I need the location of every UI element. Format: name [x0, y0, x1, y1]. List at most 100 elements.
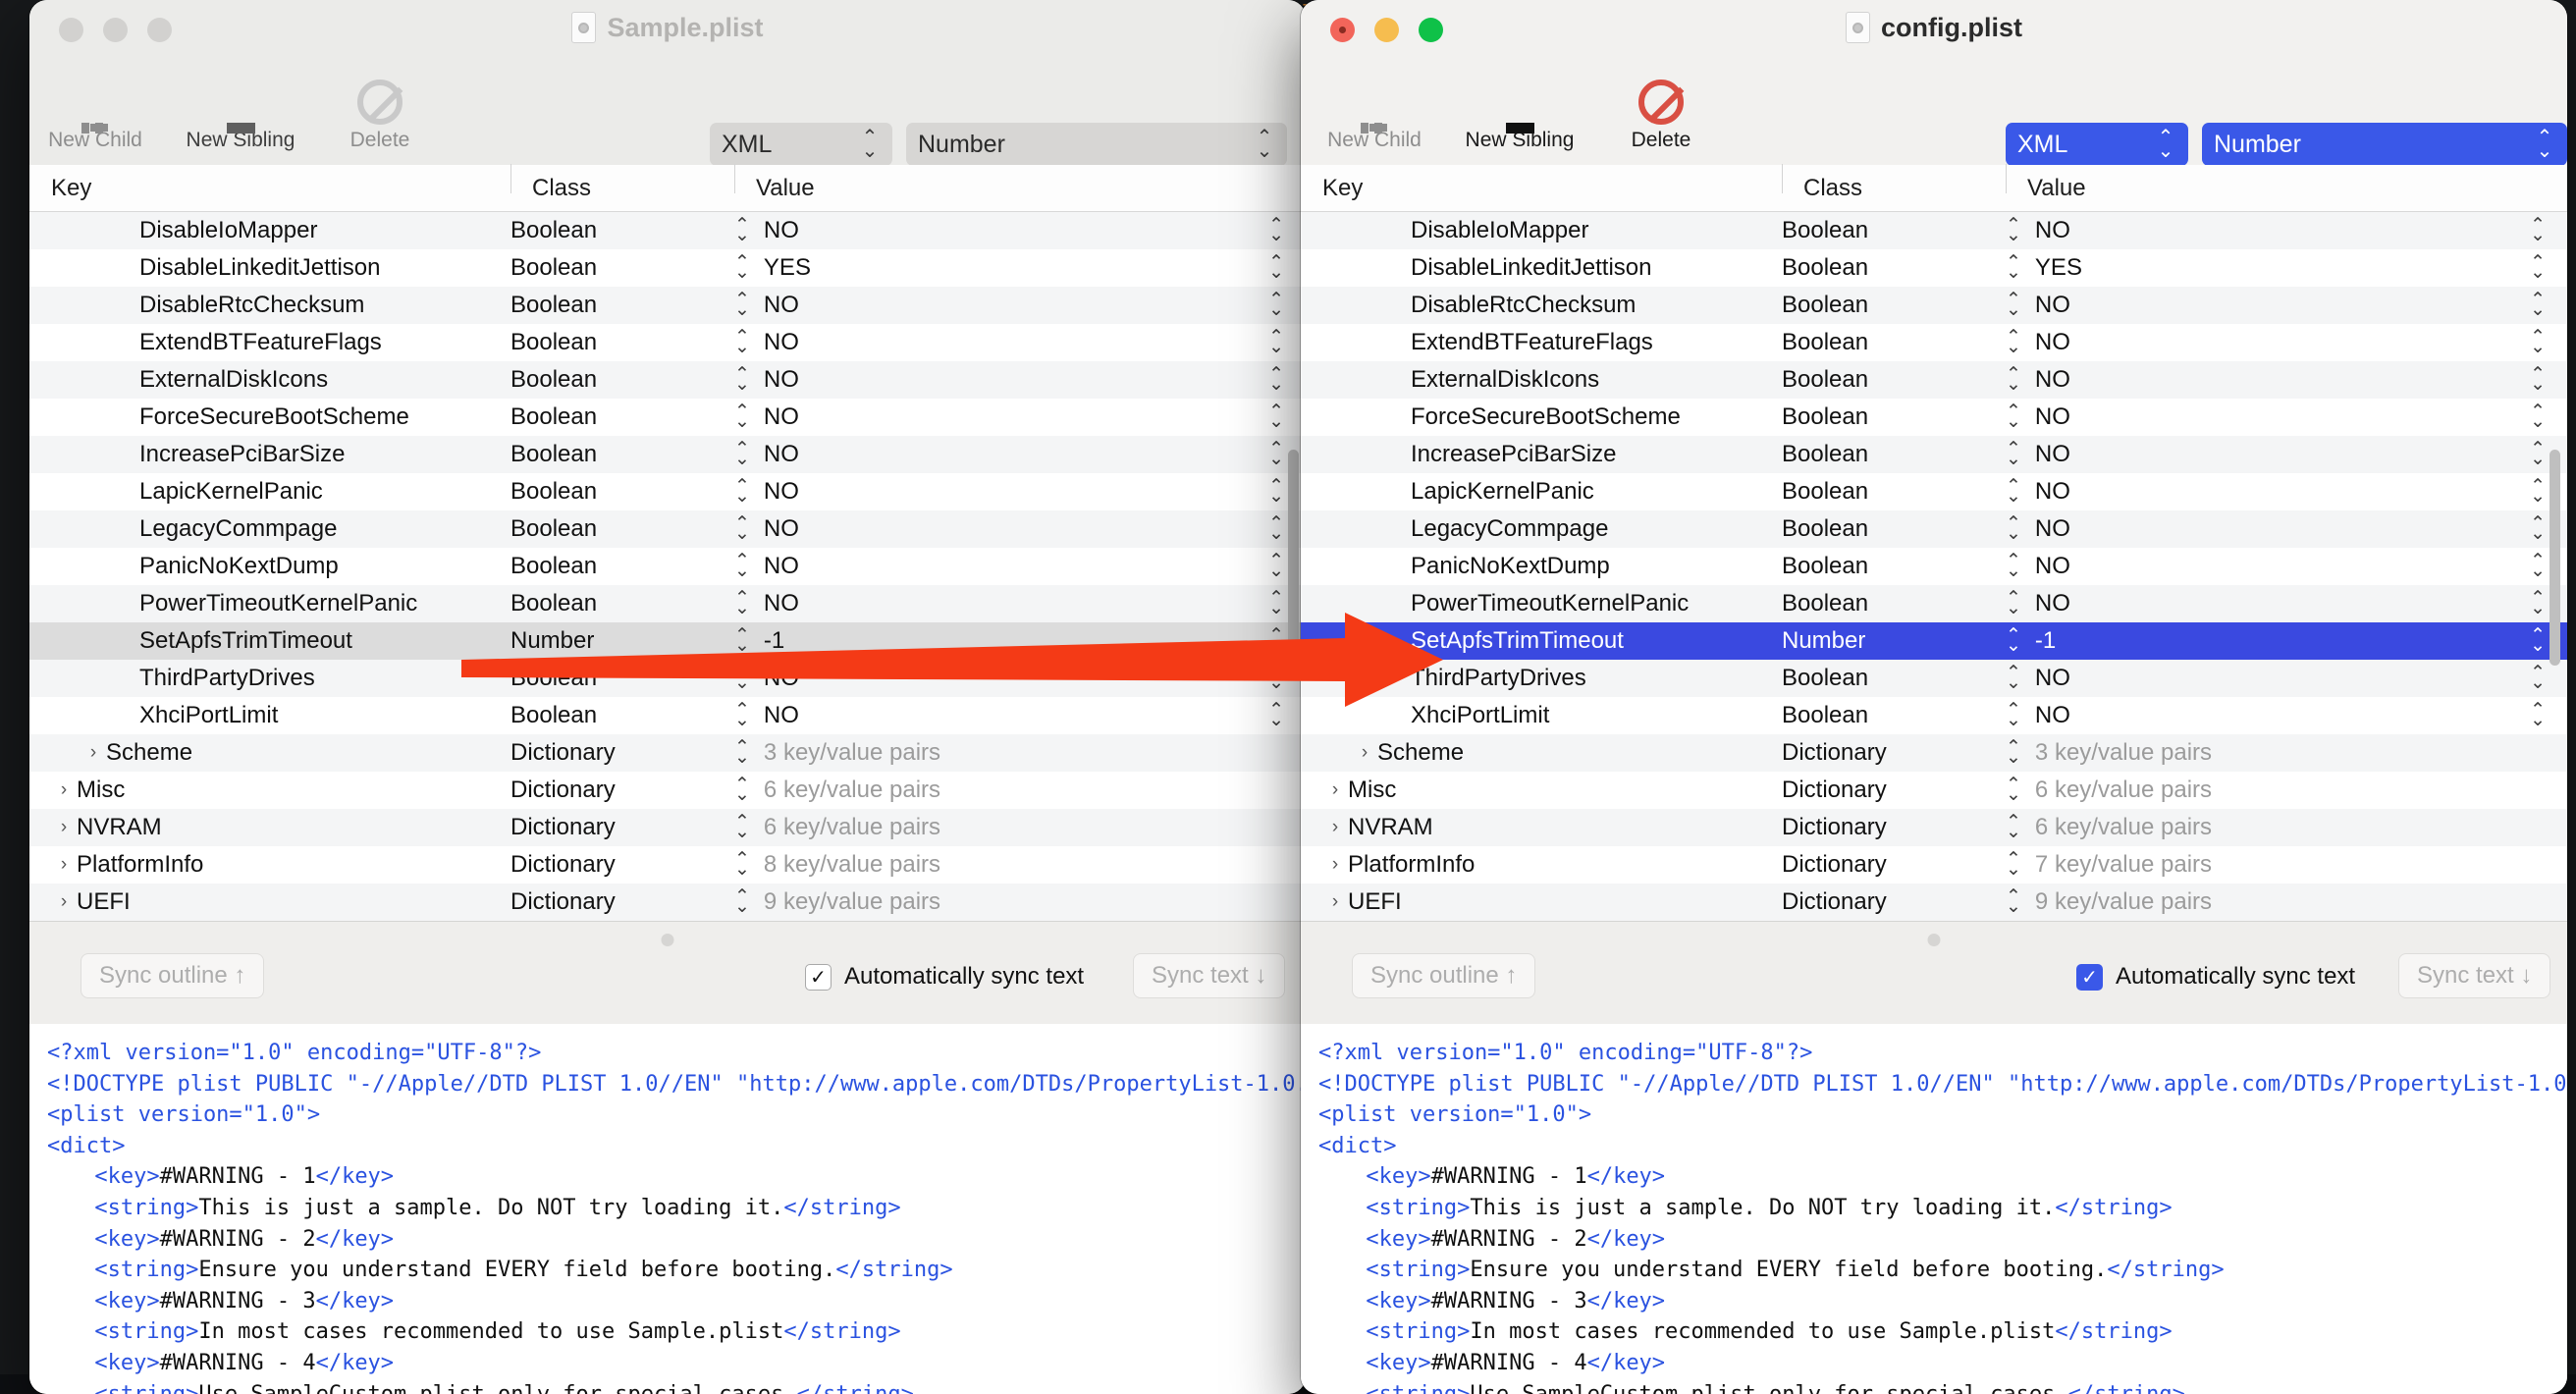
row-end-stepper-icon[interactable]: ⌃ ⌄	[1268, 216, 1284, 244]
chevron-updown-icon[interactable]: ⌃ ⌄	[734, 514, 750, 543]
row-class-cell[interactable]: Boolean	[510, 217, 734, 244]
disclosure-triangle-icon[interactable]: ›	[51, 779, 77, 801]
table-row[interactable]: › UEFI Dictionary ⌃ ⌄ 9 key/value pairs	[1301, 884, 2567, 921]
table-row[interactable]: ExtendBTFeatureFlags Boolean ⌃ ⌄ NO ⌃ ⌄	[1301, 324, 2567, 361]
row-value-cell[interactable]: ⌃ ⌄ NO ⌃ ⌄	[734, 216, 1306, 244]
view-as-select-left[interactable]: Number ⌃ ⌄	[906, 123, 1287, 166]
disclosure-triangle-icon[interactable]: ›	[51, 891, 77, 913]
row-value-cell[interactable]: ⌃ ⌄ YES ⌃ ⌄	[2006, 253, 2567, 282]
row-class-cell[interactable]: Boolean	[1782, 515, 2006, 543]
chevron-updown-icon[interactable]: ⌃ ⌄	[734, 701, 750, 729]
table-row[interactable]: ForceSecureBootScheme Boolean ⌃ ⌄ NO ⌃ ⌄	[1301, 399, 2567, 436]
row-class-cell[interactable]: Boolean	[510, 441, 734, 468]
row-key-cell[interactable]: IncreasePciBarSize	[29, 441, 510, 468]
xml-source-right[interactable]: <?xml version="1.0" encoding="UTF-8"?> <!…	[1301, 1024, 2567, 1394]
row-key-cell[interactable]: DisableLinkeditJettison	[29, 254, 510, 282]
row-value-cell[interactable]: ⌃ ⌄ NO ⌃ ⌄	[734, 402, 1306, 431]
splitter-grabber[interactable]	[661, 934, 674, 946]
chevron-updown-icon[interactable]: ⌃ ⌄	[734, 552, 750, 580]
chevron-updown-icon[interactable]: ⌃ ⌄	[2006, 589, 2021, 617]
row-end-stepper-icon[interactable]: ⌃ ⌄	[1268, 365, 1284, 394]
auto-sync-checkbox-right[interactable]: ✓ Automatically sync text	[2076, 963, 2355, 991]
splitter-grabber[interactable]	[1927, 934, 1941, 946]
row-value-cell[interactable]: ⌃ ⌄ 8 key/value pairs	[734, 850, 1306, 879]
table-row[interactable]: DisableIoMapper Boolean ⌃ ⌄ NO ⌃ ⌄	[29, 212, 1306, 249]
row-class-cell[interactable]: Boolean	[510, 702, 734, 729]
row-value-cell[interactable]: ⌃ ⌄ NO ⌃ ⌄	[734, 440, 1306, 468]
row-value-cell[interactable]: ⌃ ⌄ NO ⌃ ⌄	[734, 664, 1306, 692]
row-end-stepper-icon[interactable]: ⌃ ⌄	[2530, 291, 2546, 319]
row-end-stepper-icon[interactable]: ⌃ ⌄	[1268, 477, 1284, 506]
chevron-updown-icon[interactable]: ⌃ ⌄	[2006, 887, 2021, 916]
format-select-right[interactable]: XML ⌃ ⌄	[2006, 123, 2188, 166]
row-end-stepper-icon[interactable]: ⌃ ⌄	[1268, 626, 1284, 655]
column-header-key[interactable]: Key	[29, 175, 510, 202]
row-key-cell[interactable]: › PlatformInfo	[29, 851, 510, 879]
row-end-stepper-icon[interactable]: ⌃ ⌄	[1268, 402, 1284, 431]
chevron-updown-icon[interactable]: ⌃ ⌄	[2006, 216, 2021, 244]
toolbar-left[interactable]: New Child New Sibling Delete XML ⌃⌄ Form…	[29, 62, 1306, 195]
row-key-cell[interactable]: ExtendBTFeatureFlags	[1301, 329, 1782, 356]
row-end-stepper-icon[interactable]: ⌃ ⌄	[2530, 477, 2546, 506]
table-row[interactable]: DisableRtcChecksum Boolean ⌃ ⌄ NO ⌃ ⌄	[29, 287, 1306, 324]
toolbar-right[interactable]: New Child New Sibling Delete XML ⌃⌄ Form…	[1301, 62, 2567, 195]
disclosure-triangle-icon[interactable]: ›	[80, 742, 106, 764]
row-key-cell[interactable]: PanicNoKextDump	[1301, 553, 1782, 580]
chevron-updown-icon[interactable]: ⌃ ⌄	[734, 850, 750, 879]
row-value-cell[interactable]: ⌃ ⌄ NO ⌃ ⌄	[734, 477, 1306, 506]
chevron-updown-icon[interactable]: ⌃ ⌄	[2006, 813, 2021, 841]
chevron-updown-icon[interactable]: ⌃ ⌄	[2006, 477, 2021, 506]
chevron-updown-icon[interactable]: ⌃ ⌄	[2006, 738, 2021, 767]
disclosure-triangle-icon[interactable]: ›	[1352, 742, 1377, 764]
row-key-cell[interactable]: LegacyCommpage	[1301, 515, 1782, 543]
row-key-cell[interactable]: ThirdPartyDrives	[29, 665, 510, 692]
row-key-cell[interactable]: DisableRtcChecksum	[29, 292, 510, 319]
chevron-updown-icon[interactable]: ⌃ ⌄	[2006, 850, 2021, 879]
table-row[interactable]: LegacyCommpage Boolean ⌃ ⌄ NO ⌃ ⌄	[29, 510, 1306, 548]
table-row[interactable]: ExtendBTFeatureFlags Boolean ⌃ ⌄ NO ⌃ ⌄	[29, 324, 1306, 361]
row-end-stepper-icon[interactable]: ⌃ ⌄	[1268, 664, 1284, 692]
chevron-updown-icon[interactable]: ⌃ ⌄	[734, 291, 750, 319]
row-key-cell[interactable]: IncreasePciBarSize	[1301, 441, 1782, 468]
chevron-updown-icon[interactable]: ⌃ ⌄	[2006, 664, 2021, 692]
table-row[interactable]: XhciPortLimit Boolean ⌃ ⌄ NO ⌃ ⌄	[29, 697, 1306, 734]
row-class-cell[interactable]: Boolean	[510, 403, 734, 431]
row-class-cell[interactable]: Dictionary	[510, 739, 734, 767]
table-row[interactable]: › Misc Dictionary ⌃ ⌄ 6 key/value pairs	[29, 772, 1306, 809]
chevron-updown-icon[interactable]: ⌃ ⌄	[2006, 626, 2021, 655]
table-row[interactable]: LapicKernelPanic Boolean ⌃ ⌄ NO ⌃ ⌄	[1301, 473, 2567, 510]
row-end-stepper-icon[interactable]: ⌃ ⌄	[1268, 701, 1284, 729]
row-key-cell[interactable]: LapicKernelPanic	[1301, 478, 1782, 506]
table-row[interactable]: PowerTimeoutKernelPanic Boolean ⌃ ⌄ NO ⌃ ⌄	[1301, 585, 2567, 622]
row-class-cell[interactable]: Dictionary	[1782, 739, 2006, 767]
row-value-cell[interactable]: ⌃ ⌄ 3 key/value pairs	[734, 738, 1306, 767]
table-row[interactable]: › PlatformInfo Dictionary ⌃ ⌄ 7 key/value pai…	[1301, 846, 2567, 884]
row-end-stepper-icon[interactable]: ⌃ ⌄	[1268, 514, 1284, 543]
disclosure-triangle-icon[interactable]: ›	[1322, 854, 1348, 876]
window-sample-plist[interactable]: Sample.plist New Child New Sibling Delet…	[29, 0, 1306, 1394]
row-value-cell[interactable]: ⌃ ⌄ NO ⌃ ⌄	[2006, 440, 2567, 468]
row-value-cell[interactable]: ⌃ ⌄ -1 ⌃ ⌄	[734, 626, 1306, 655]
row-end-stepper-icon[interactable]: ⌃ ⌄	[2530, 664, 2546, 692]
row-key-cell[interactable]: › NVRAM	[29, 814, 510, 841]
row-class-cell[interactable]: Dictionary	[1782, 888, 2006, 916]
row-class-cell[interactable]: Boolean	[1782, 254, 2006, 282]
row-class-cell[interactable]: Boolean	[510, 590, 734, 617]
row-key-cell[interactable]: PowerTimeoutKernelPanic	[1301, 590, 1782, 617]
sync-text-button-left[interactable]: Sync text ↓	[1133, 953, 1286, 998]
outline-table-right[interactable]: Key Class Value DisableIoMapper Boolean ⌃ ⌄…	[1301, 163, 2567, 921]
vertical-scrollbar-left[interactable]	[1288, 450, 1299, 666]
chevron-updown-icon[interactable]: ⌃ ⌄	[734, 626, 750, 655]
row-value-cell[interactable]: ⌃ ⌄ NO ⌃ ⌄	[2006, 589, 2567, 617]
row-end-stepper-icon[interactable]: ⌃ ⌄	[1268, 291, 1284, 319]
row-end-stepper-icon[interactable]: ⌃ ⌄	[2530, 440, 2546, 468]
row-key-cell[interactable]: › NVRAM	[1301, 814, 1782, 841]
row-key-cell[interactable]: XhciPortLimit	[1301, 702, 1782, 729]
row-key-cell[interactable]: SetApfsTrimTimeout	[29, 627, 510, 655]
table-row[interactable]: DisableIoMapper Boolean ⌃ ⌄ NO ⌃ ⌄	[1301, 212, 2567, 249]
chevron-updown-icon[interactable]: ⌃ ⌄	[2006, 402, 2021, 431]
table-row[interactable]: IncreasePciBarSize Boolean ⌃ ⌄ NO ⌃ ⌄	[29, 436, 1306, 473]
row-value-cell[interactable]: ⌃ ⌄ 6 key/value pairs	[2006, 776, 2567, 804]
table-row[interactable]: ExternalDiskIcons Boolean ⌃ ⌄ NO ⌃ ⌄	[29, 361, 1306, 399]
row-value-cell[interactable]: ⌃ ⌄ 6 key/value pairs	[734, 813, 1306, 841]
